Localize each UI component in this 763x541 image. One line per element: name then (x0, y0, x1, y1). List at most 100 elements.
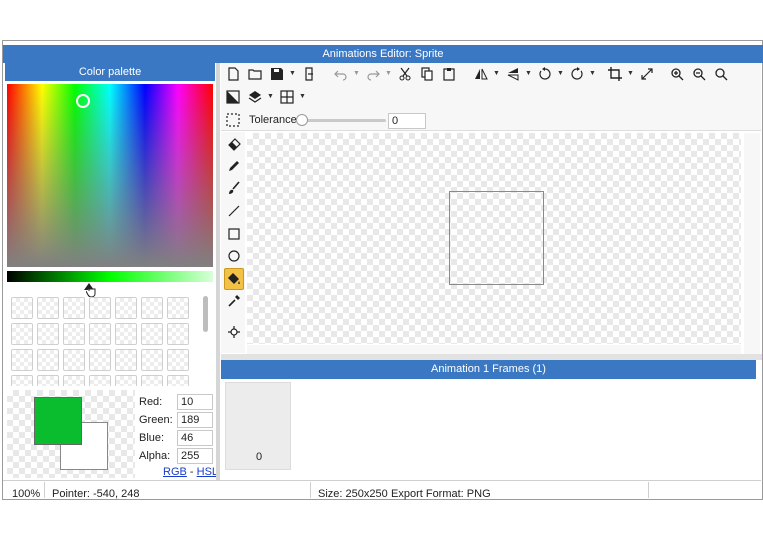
pencil-tool-icon[interactable] (224, 156, 244, 176)
transparent-toggle-icon[interactable] (224, 88, 242, 106)
swatch[interactable] (115, 297, 137, 319)
swatch[interactable] (115, 349, 137, 371)
crop-icon[interactable] (606, 65, 624, 83)
swatch-scrollbar[interactable] (203, 296, 208, 332)
swatch[interactable] (89, 349, 111, 371)
swatch[interactable] (89, 323, 111, 345)
pin-tool-icon[interactable] (224, 322, 244, 342)
swatch[interactable] (167, 375, 189, 386)
status-separator (310, 482, 311, 498)
status-separator (648, 482, 649, 498)
eyedropper-tool-icon[interactable] (224, 291, 244, 311)
brightness-slider[interactable] (7, 271, 213, 282)
redo-icon[interactable] (364, 65, 382, 83)
line-tool-icon[interactable] (224, 201, 244, 221)
undo-dropdown-icon[interactable]: ▼ (353, 70, 360, 77)
palette-title: Color palette (78, 66, 142, 78)
swatch[interactable] (141, 297, 163, 319)
layers-icon[interactable] (246, 88, 264, 106)
status-format: Export Format: PNG (391, 488, 491, 500)
color-mode-switch: RGB - HSL (163, 466, 218, 478)
spectrum-picker-handle[interactable] (76, 94, 90, 108)
primary-color-swatch[interactable] (34, 397, 82, 445)
swatch[interactable] (11, 297, 33, 319)
zoom-out-icon[interactable] (690, 65, 708, 83)
redo-dropdown-icon[interactable]: ▼ (385, 70, 392, 77)
flip-horizontal-dropdown-icon[interactable]: ▼ (493, 70, 500, 77)
paste-icon[interactable] (440, 65, 458, 83)
rotate-ccw-dropdown-icon[interactable]: ▼ (557, 70, 564, 77)
tolerance-slider-handle[interactable] (296, 114, 308, 126)
sprite-frame-bounds (449, 191, 544, 285)
rotate-cw-dropdown-icon[interactable]: ▼ (589, 70, 596, 77)
swatch[interactable] (167, 297, 189, 319)
mode-separator: - (189, 466, 194, 478)
paint-bucket-tool-icon[interactable] (224, 268, 244, 290)
panel-splitter[interactable] (216, 63, 220, 481)
save-dropdown-icon[interactable]: ▼ (289, 70, 296, 77)
frame-thumbnail[interactable]: 0 (225, 382, 291, 470)
green-input[interactable]: 189 (177, 412, 213, 428)
swatch[interactable] (141, 349, 163, 371)
ellipse-tool-icon[interactable] (224, 246, 244, 266)
rectangle-tool-icon[interactable] (224, 224, 244, 244)
swatch[interactable] (167, 323, 189, 345)
grid-icon[interactable] (278, 88, 296, 106)
swatch[interactable] (141, 323, 163, 345)
rgb-mode-link[interactable]: RGB (163, 466, 187, 478)
canvas-vertical-scrollbar[interactable] (744, 133, 760, 354)
swatch[interactable] (37, 375, 59, 386)
swatch[interactable] (115, 323, 137, 345)
swatch[interactable] (11, 375, 33, 386)
alpha-label: Alpha: (139, 450, 171, 462)
swatch[interactable] (89, 375, 111, 386)
zoom-fit-icon[interactable] (712, 65, 730, 83)
swatch[interactable] (63, 375, 85, 386)
swatch[interactable] (37, 349, 59, 371)
red-input[interactable]: 10 (177, 394, 213, 410)
rotate-cw-icon[interactable] (568, 65, 586, 83)
new-file-icon[interactable] (224, 65, 242, 83)
hsl-mode-link[interactable]: HSL (197, 466, 218, 478)
swatch[interactable] (63, 323, 85, 345)
status-size: Size: 250x250 (318, 488, 388, 500)
resize-icon[interactable] (638, 65, 656, 83)
palette-title-bar: Color palette (5, 63, 215, 81)
copy-icon[interactable] (418, 65, 436, 83)
open-folder-icon[interactable] (246, 65, 264, 83)
frame-index-label: 0 (255, 451, 263, 463)
swatch[interactable] (37, 297, 59, 319)
color-spectrum[interactable] (7, 84, 213, 267)
select-icon[interactable] (224, 111, 242, 129)
brush-tool-icon[interactable] (224, 178, 244, 198)
window-title: Animations Editor: Sprite (322, 48, 444, 60)
swatch[interactable] (141, 375, 163, 386)
alpha-input[interactable]: 255 (177, 448, 213, 464)
flip-vertical-icon[interactable] (504, 65, 522, 83)
export-icon[interactable] (300, 65, 318, 83)
swatch[interactable] (89, 297, 111, 319)
blue-input[interactable]: 46 (177, 430, 213, 446)
swatch[interactable] (63, 297, 85, 319)
save-icon[interactable] (268, 65, 286, 83)
tolerance-slider-track[interactable] (300, 119, 386, 122)
swatch[interactable] (115, 375, 137, 386)
grid-dropdown-icon[interactable]: ▼ (299, 93, 306, 100)
swatch[interactable] (63, 349, 85, 371)
cut-icon[interactable] (396, 65, 414, 83)
zoom-in-icon[interactable] (668, 65, 686, 83)
undo-icon[interactable] (332, 65, 350, 83)
status-separator (44, 482, 45, 498)
swatch[interactable] (11, 349, 33, 371)
crop-dropdown-icon[interactable]: ▼ (627, 70, 634, 77)
tolerance-input[interactable]: 0 (388, 113, 426, 129)
layers-dropdown-icon[interactable]: ▼ (267, 93, 274, 100)
flip-horizontal-icon[interactable] (472, 65, 490, 83)
flip-vertical-dropdown-icon[interactable]: ▼ (525, 70, 532, 77)
eraser-tool-icon[interactable] (224, 134, 244, 154)
swatch[interactable] (37, 323, 59, 345)
swatch[interactable] (11, 323, 33, 345)
canvas-horizontal-scrollbar[interactable] (247, 345, 741, 354)
rotate-ccw-icon[interactable] (536, 65, 554, 83)
swatch[interactable] (167, 349, 189, 371)
